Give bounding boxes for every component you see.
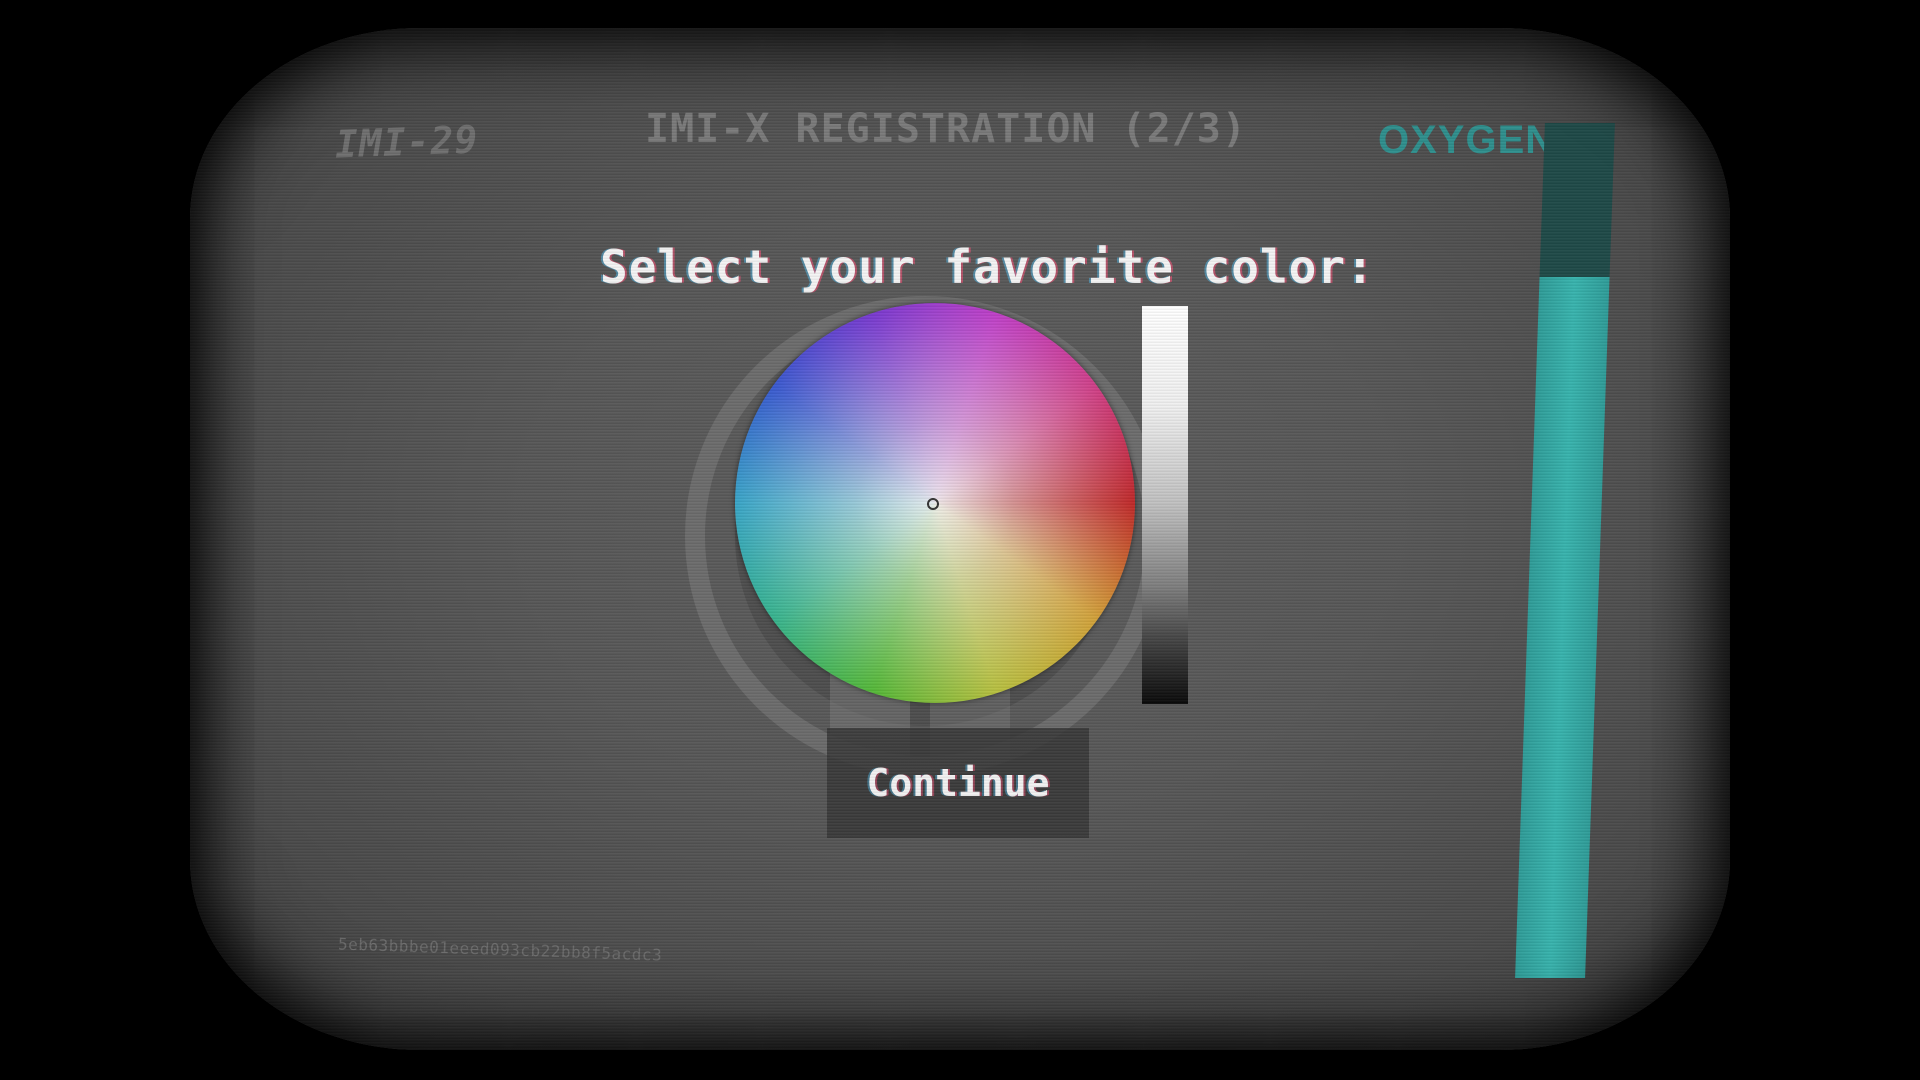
session-hash: 5eb63bbbe01eeed093cb22bb8f5acdc3 [337, 934, 663, 965]
screen-background: IMI-29 IMI-X REGISTRATION (2/3) OXYGEN S… [0, 0, 1920, 1080]
crt-monitor: IMI-29 IMI-X REGISTRATION (2/3) OXYGEN S… [190, 28, 1730, 1050]
station-id-label: IMI-29 [334, 117, 480, 167]
oxygen-label: OXYGEN [1378, 118, 1556, 162]
oxygen-meter [1515, 123, 1615, 978]
registration-title: IMI-X REGISTRATION (2/3) [645, 106, 1247, 152]
brightness-slider[interactable] [1142, 306, 1188, 704]
continue-button[interactable]: Continue [827, 728, 1089, 838]
oxygen-meter-fill [1515, 276, 1610, 978]
oxygen-meter-empty [1539, 123, 1615, 277]
color-prompt: Select your favorite color: [600, 240, 1375, 294]
color-wheel-cursor[interactable] [927, 498, 939, 510]
